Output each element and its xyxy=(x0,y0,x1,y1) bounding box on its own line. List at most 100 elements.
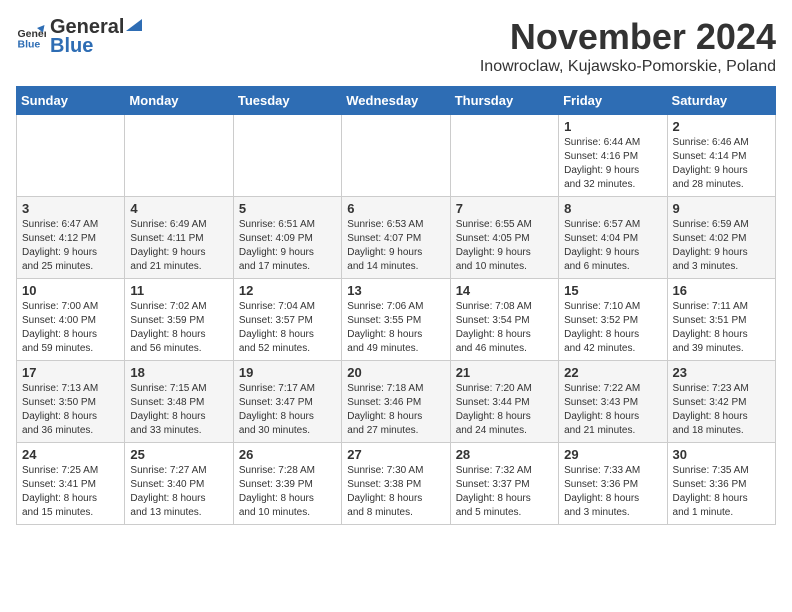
day-info: Sunrise: 7:18 AM Sunset: 3:46 PM Dayligh… xyxy=(347,382,444,438)
cell-w5-d6: 29 Sunrise: 7:33 AM Sunset: 3:36 PM Dayli… xyxy=(559,443,667,525)
cell-w1-d6: 1 Sunrise: 6:44 AM Sunset: 4:16 PM Daylig… xyxy=(559,115,667,197)
day-info: Sunrise: 6:51 AM Sunset: 4:09 PM Dayligh… xyxy=(239,218,336,274)
cell-w4-d6: 22 Sunrise: 7:22 AM Sunset: 3:43 PM Dayli… xyxy=(559,361,667,443)
cell-w5-d5: 28 Sunrise: 7:32 AM Sunset: 3:37 PM Dayli… xyxy=(450,443,558,525)
day-info: Sunrise: 7:15 AM Sunset: 3:48 PM Dayligh… xyxy=(130,382,227,438)
cell-w5-d4: 27 Sunrise: 7:30 AM Sunset: 3:38 PM Dayli… xyxy=(342,443,450,525)
day-info: Sunrise: 6:55 AM Sunset: 4:05 PM Dayligh… xyxy=(456,218,553,274)
cell-w3-d5: 14Sunrise: 7:08 AM Sunset: 3:54 PM Dayli… xyxy=(450,279,558,361)
header-saturday: Saturday xyxy=(667,87,775,115)
day-number: 26 xyxy=(239,447,336,462)
day-info: Sunrise: 7:11 AM Sunset: 3:51 PM Dayligh… xyxy=(673,300,770,356)
logo-icon: General Blue xyxy=(16,22,46,52)
logo: General Blue General Blue xyxy=(16,16,144,58)
cell-w3-d7: 16 Sunrise: 7:11 AM Sunset: 3:51 PM Dayli… xyxy=(667,279,775,361)
day-number: 19 xyxy=(239,365,336,380)
day-info: Sunrise: 7:17 AM Sunset: 3:47 PM Dayligh… xyxy=(239,382,336,438)
day-info: Sunrise: 7:06 AM Sunset: 3:55 PM Dayligh… xyxy=(347,300,444,356)
svg-text:Blue: Blue xyxy=(18,39,41,51)
cell-w3-d4: 13Sunrise: 7:06 AM Sunset: 3:55 PM Dayli… xyxy=(342,279,450,361)
day-info: Sunrise: 6:46 AM Sunset: 4:14 PM Dayligh… xyxy=(673,136,770,192)
day-number: 10 xyxy=(22,283,119,298)
cell-w1-d7: 2 Sunrise: 6:46 AM Sunset: 4:14 PM Daylig… xyxy=(667,115,775,197)
cell-w4-d4: 20 Sunrise: 7:18 AM Sunset: 3:46 PM Dayli… xyxy=(342,361,450,443)
cell-w4-d5: 21 Sunrise: 7:20 AM Sunset: 3:44 PM Dayli… xyxy=(450,361,558,443)
week-row-4: 17Sunrise: 7:13 AM Sunset: 3:50 PM Dayli… xyxy=(17,361,776,443)
day-number: 4 xyxy=(130,201,227,216)
day-number: 12 xyxy=(239,283,336,298)
cell-w2-d5: 7 Sunrise: 6:55 AM Sunset: 4:05 PM Daylig… xyxy=(450,197,558,279)
cell-w5-d2: 25Sunrise: 7:27 AM Sunset: 3:40 PM Dayli… xyxy=(125,443,233,525)
day-number: 15 xyxy=(564,283,661,298)
cell-w5-d3: 26 Sunrise: 7:28 AM Sunset: 3:39 PM Dayli… xyxy=(233,443,341,525)
calendar-table: SundayMondayTuesdayWednesdayThursdayFrid… xyxy=(16,86,776,525)
day-number: 5 xyxy=(239,201,336,216)
day-info: Sunrise: 7:02 AM Sunset: 3:59 PM Dayligh… xyxy=(130,300,227,356)
location-title: Inowroclaw, Kujawsko-Pomorskie, Poland xyxy=(480,58,776,76)
cell-w3-d2: 11 Sunrise: 7:02 AM Sunset: 3:59 PM Dayli… xyxy=(125,279,233,361)
day-number: 6 xyxy=(347,201,444,216)
title-section: November 2024 Inowroclaw, Kujawsko-Pomor… xyxy=(480,16,776,76)
day-number: 21 xyxy=(456,365,553,380)
day-number: 9 xyxy=(673,201,770,216)
day-info: Sunrise: 7:32 AM Sunset: 3:37 PM Dayligh… xyxy=(456,464,553,520)
week-row-1: 1 Sunrise: 6:44 AM Sunset: 4:16 PM Daylig… xyxy=(17,115,776,197)
day-number: 27 xyxy=(347,447,444,462)
cell-w1-d3 xyxy=(233,115,341,197)
cell-w4-d1: 17Sunrise: 7:13 AM Sunset: 3:50 PM Dayli… xyxy=(17,361,125,443)
day-number: 1 xyxy=(564,119,661,134)
day-number: 8 xyxy=(564,201,661,216)
day-info: Sunrise: 6:44 AM Sunset: 4:16 PM Dayligh… xyxy=(564,136,661,192)
cell-w1-d5 xyxy=(450,115,558,197)
day-info: Sunrise: 7:35 AM Sunset: 3:36 PM Dayligh… xyxy=(673,464,770,520)
day-info: Sunrise: 6:59 AM Sunset: 4:02 PM Dayligh… xyxy=(673,218,770,274)
day-number: 3 xyxy=(22,201,119,216)
day-number: 17 xyxy=(22,365,119,380)
header: General Blue General Blue November 2024 … xyxy=(16,16,776,76)
cell-w2-d7: 9 Sunrise: 6:59 AM Sunset: 4:02 PM Daylig… xyxy=(667,197,775,279)
day-number: 7 xyxy=(456,201,553,216)
day-number: 20 xyxy=(347,365,444,380)
cell-w3-d1: 10 Sunrise: 7:00 AM Sunset: 4:00 PM Dayli… xyxy=(17,279,125,361)
day-info: Sunrise: 7:04 AM Sunset: 3:57 PM Dayligh… xyxy=(239,300,336,356)
day-info: Sunrise: 7:28 AM Sunset: 3:39 PM Dayligh… xyxy=(239,464,336,520)
day-info: Sunrise: 7:10 AM Sunset: 3:52 PM Dayligh… xyxy=(564,300,661,356)
cell-w4-d2: 18 Sunrise: 7:15 AM Sunset: 3:48 PM Dayli… xyxy=(125,361,233,443)
day-number: 28 xyxy=(456,447,553,462)
week-row-5: 24 Sunrise: 7:25 AM Sunset: 3:41 PM Dayli… xyxy=(17,443,776,525)
day-number: 11 xyxy=(130,283,227,298)
day-number: 16 xyxy=(673,283,770,298)
header-thursday: Thursday xyxy=(450,87,558,115)
day-info: Sunrise: 7:23 AM Sunset: 3:42 PM Dayligh… xyxy=(673,382,770,438)
header-sunday: Sunday xyxy=(17,87,125,115)
cell-w2-d1: 3 Sunrise: 6:47 AM Sunset: 4:12 PM Daylig… xyxy=(17,197,125,279)
header-tuesday: Tuesday xyxy=(233,87,341,115)
cell-w1-d4 xyxy=(342,115,450,197)
day-number: 2 xyxy=(673,119,770,134)
header-friday: Friday xyxy=(559,87,667,115)
day-info: Sunrise: 7:00 AM Sunset: 4:00 PM Dayligh… xyxy=(22,300,119,356)
day-info: Sunrise: 7:25 AM Sunset: 3:41 PM Dayligh… xyxy=(22,464,119,520)
day-info: Sunrise: 7:20 AM Sunset: 3:44 PM Dayligh… xyxy=(456,382,553,438)
week-row-2: 3 Sunrise: 6:47 AM Sunset: 4:12 PM Daylig… xyxy=(17,197,776,279)
day-info: Sunrise: 6:47 AM Sunset: 4:12 PM Dayligh… xyxy=(22,218,119,274)
day-number: 18 xyxy=(130,365,227,380)
cell-w2-d3: 5 Sunrise: 6:51 AM Sunset: 4:09 PM Daylig… xyxy=(233,197,341,279)
day-number: 24 xyxy=(22,447,119,462)
header-wednesday: Wednesday xyxy=(342,87,450,115)
cell-w2-d6: 8 Sunrise: 6:57 AM Sunset: 4:04 PM Daylig… xyxy=(559,197,667,279)
cell-w5-d1: 24 Sunrise: 7:25 AM Sunset: 3:41 PM Dayli… xyxy=(17,443,125,525)
day-info: Sunrise: 7:30 AM Sunset: 3:38 PM Dayligh… xyxy=(347,464,444,520)
day-info: Sunrise: 6:57 AM Sunset: 4:04 PM Dayligh… xyxy=(564,218,661,274)
day-number: 23 xyxy=(673,365,770,380)
day-number: 14 xyxy=(456,283,553,298)
day-info: Sunrise: 7:22 AM Sunset: 3:43 PM Dayligh… xyxy=(564,382,661,438)
day-number: 25 xyxy=(130,447,227,462)
day-info: Sunrise: 6:53 AM Sunset: 4:07 PM Dayligh… xyxy=(347,218,444,274)
cell-w1-d2 xyxy=(125,115,233,197)
cell-w2-d4: 6 Sunrise: 6:53 AM Sunset: 4:07 PM Daylig… xyxy=(342,197,450,279)
day-number: 22 xyxy=(564,365,661,380)
day-info: Sunrise: 7:33 AM Sunset: 3:36 PM Dayligh… xyxy=(564,464,661,520)
header-monday: Monday xyxy=(125,87,233,115)
day-number: 29 xyxy=(564,447,661,462)
